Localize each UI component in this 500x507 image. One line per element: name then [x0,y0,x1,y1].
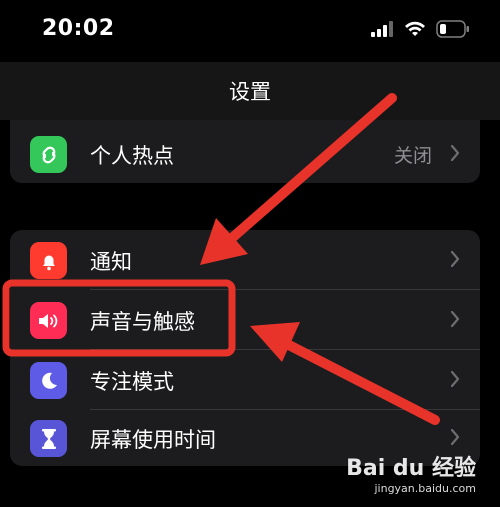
status-time: 20:02 [42,16,115,41]
page-title: 设置 [229,80,271,104]
chevron-right-icon [450,428,460,446]
chevron-right-icon [450,144,460,162]
chevron-right-icon [450,370,460,388]
link-icon [30,136,67,173]
row-sounds-haptics[interactable]: 声音与触感 [10,290,480,349]
chevron-right-icon [450,310,460,328]
row-notifications[interactable]: 通知 [10,230,480,289]
row-label: 个人热点 [90,144,174,168]
chevron-right-icon [450,250,460,268]
settings-group-network: 个人热点 关闭 [10,120,480,183]
row-personal-hotspot[interactable]: 个人热点 关闭 [10,124,480,183]
cellular-signal-icon [371,21,393,37]
row-label: 屏幕使用时间 [90,428,216,452]
row-label: 声音与触感 [90,310,195,334]
watermark: Bai du 经验 jingyan.baidu.com [346,450,476,495]
status-bar: 20:02 [0,0,500,62]
row-label: 通知 [90,250,132,274]
hourglass-icon [30,420,67,457]
watermark-url: jingyan.baidu.com [374,482,476,495]
row-value: 关闭 [393,145,432,167]
row-focus[interactable]: 专注模式 [10,350,480,409]
battery-icon [436,20,469,38]
watermark-logo: Bai du 经验 [346,456,476,481]
row-label: 专注模式 [90,370,174,394]
speaker-icon [30,302,67,339]
bell-icon [30,242,67,279]
status-icons [370,20,470,38]
settings-group-notifications: 通知 声音与触感 专注模式 屏幕使用时间 [10,230,480,466]
wifi-icon [405,21,425,36]
moon-icon [30,362,67,399]
nav-bar: 设置 [0,62,500,120]
